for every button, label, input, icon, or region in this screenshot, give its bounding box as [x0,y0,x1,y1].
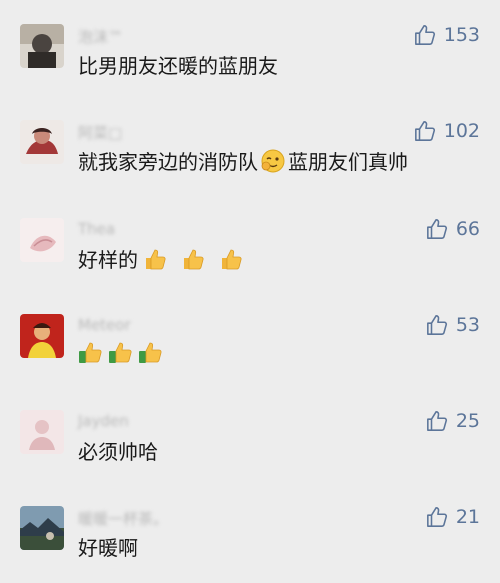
comment-item: 阿菜□ 就我家旁边的消防队 蓝朋友们真帅 102 [0,120,500,216]
like-button[interactable]: 66 [426,218,480,240]
thumbs-up-outline-icon [426,410,448,432]
like-count: 66 [455,218,480,240]
thumbs-up-outline-icon [426,314,448,336]
like-button[interactable]: 53 [426,314,480,336]
thumbs-up-outline-icon [426,506,448,528]
comment-text: 比男朋友还暖的蓝朋友 [78,50,278,79]
like-button[interactable]: 102 [414,120,480,142]
comment-text: 就我家旁边的消防队 蓝朋友们真帅 [78,146,408,175]
username[interactable]: 泡沫™ [78,26,123,47]
avatar[interactable] [20,314,64,358]
thumbs-up-emoji [142,247,168,271]
comment-text-content: 就我家旁边的消防队 [78,150,258,174]
thumbs-up-outline-icon [414,24,436,46]
comment-text [78,340,164,364]
username[interactable]: 阿菜□ [78,122,122,143]
comment-text-content: 蓝朋友们真帅 [288,150,408,174]
thumbs-up-emoji [78,340,104,364]
username[interactable]: Jayden [78,412,129,430]
comment-item: 泡沫™ 比男朋友还暖的蓝朋友 153 [0,24,500,120]
thumbs-up-outline-icon [414,120,436,142]
avatar[interactable] [20,120,64,164]
comment-text: 好暖啊 [78,532,138,561]
avatar[interactable] [20,218,64,262]
thumbs-up-outline-icon [426,218,448,240]
like-count: 102 [443,120,480,142]
like-count: 21 [455,506,480,528]
like-count: 153 [443,24,480,46]
thumbs-up-emoji [180,247,206,271]
avatar[interactable] [20,506,64,550]
comment-item: 暖暖一杯茶。 好暖啊 21 [0,506,500,583]
avatar[interactable] [20,24,64,68]
comment-text-content: 好样的 [78,248,138,272]
like-count: 53 [455,314,480,336]
comment-item: Thea 好样的 66 [0,218,500,314]
like-count: 25 [455,410,480,432]
username[interactable]: 暖暖一杯茶。 [78,508,168,529]
comment-text-content: 好暖啊 [78,536,138,560]
comment-list: 泡沫™ 比男朋友还暖的蓝朋友 153 阿菜□ 就我家旁边的消防队 蓝朋友们真帅 … [0,0,500,583]
thumbs-up-emoji [138,340,164,364]
thumbs-up-emoji [218,247,244,271]
like-button[interactable]: 153 [414,24,480,46]
thumbs-up-emoji [108,340,134,364]
comment-text-content: 必须帅哈 [78,440,158,464]
username[interactable]: Meteor [78,316,131,334]
comment-item: Jayden 必须帅哈 25 [0,410,500,506]
like-button[interactable]: 21 [426,506,480,528]
comment-text-content: 比男朋友还暖的蓝朋友 [78,54,278,78]
like-button[interactable]: 25 [426,410,480,432]
comment-text: 必须帅哈 [78,436,158,465]
comment-text: 好样的 [78,244,244,273]
avatar[interactable] [20,410,64,454]
username[interactable]: Thea [78,220,115,238]
wink-ok-emoji [260,149,286,173]
comment-item: Meteor 53 [0,314,500,410]
